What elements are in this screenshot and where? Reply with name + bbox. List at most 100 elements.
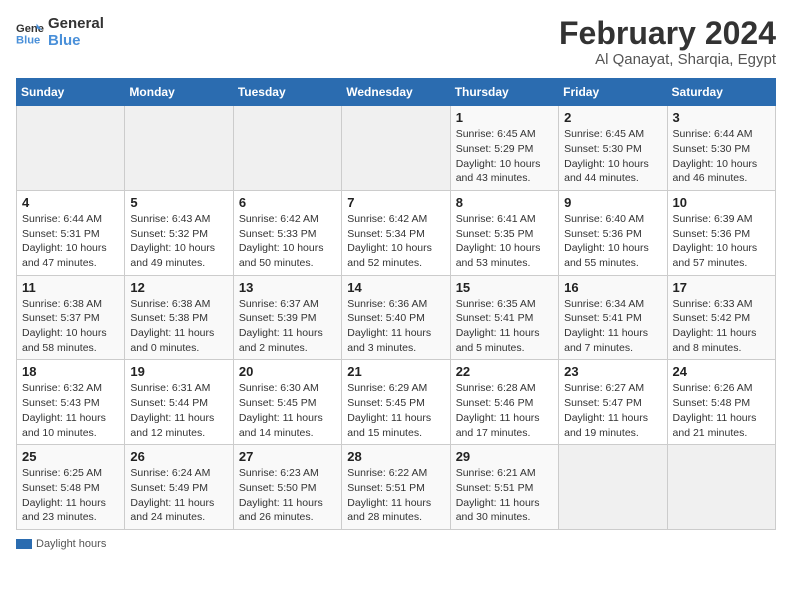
legend-daylight: Daylight hours bbox=[16, 538, 106, 550]
calendar-cell: 27 Sunrise: 6:23 AMSunset: 5:50 PMDayligh… bbox=[233, 445, 341, 530]
calendar-cell bbox=[125, 106, 233, 191]
calendar-cell: 18Sunrise: 6:32 AMSunset: 5:43 PMDayligh… bbox=[17, 360, 125, 445]
day-number: 29 bbox=[456, 449, 553, 464]
weekday-header: Friday bbox=[559, 79, 667, 106]
calendar-cell: 14Sunrise: 6:36 AMSunset: 5:40 PMDayligh… bbox=[342, 275, 450, 360]
day-number: 8 bbox=[456, 195, 553, 210]
calendar-cell: 22 Sunrise: 6:28 AMSunset: 5:46 PMDayligh… bbox=[450, 360, 558, 445]
day-number: 7 bbox=[347, 195, 444, 210]
day-number: 26 bbox=[130, 449, 227, 464]
calendar-cell: 1Sunrise: 6:45 AMSunset: 5:29 PMDaylight… bbox=[450, 106, 558, 191]
location-title: Al Qanayat, Sharqia, Egypt bbox=[559, 51, 776, 68]
day-info: Sunrise: 6:31 AMSunset: 5:44 PMDaylight:… bbox=[130, 381, 227, 440]
day-info: Sunrise: 6:21 AMSunset: 5:51 PMDaylight:… bbox=[456, 466, 553, 525]
day-info: Sunrise: 6:41 AMSunset: 5:35 PMDaylight:… bbox=[456, 212, 553, 271]
calendar-cell: 8 Sunrise: 6:41 AMSunset: 5:35 PMDaylight… bbox=[450, 190, 558, 275]
day-info: Sunrise: 6:38 AMSunset: 5:38 PMDaylight:… bbox=[130, 297, 227, 356]
calendar-cell bbox=[342, 106, 450, 191]
calendar-cell: 13 Sunrise: 6:37 AMSunset: 5:39 PMDayligh… bbox=[233, 275, 341, 360]
day-number: 13 bbox=[239, 280, 336, 295]
calendar-cell: 5 Sunrise: 6:43 AMSunset: 5:32 PMDaylight… bbox=[125, 190, 233, 275]
day-info: Sunrise: 6:35 AMSunset: 5:41 PMDaylight:… bbox=[456, 297, 553, 356]
calendar-week-row: 18Sunrise: 6:32 AMSunset: 5:43 PMDayligh… bbox=[17, 360, 776, 445]
weekday-header-row: SundayMondayTuesdayWednesdayThursdayFrid… bbox=[17, 79, 776, 106]
day-info: Sunrise: 6:34 AMSunset: 5:41 PMDaylight:… bbox=[564, 297, 661, 356]
calendar-cell: 23 Sunrise: 6:27 AMSunset: 5:47 PMDayligh… bbox=[559, 360, 667, 445]
day-info: Sunrise: 6:28 AMSunset: 5:46 PMDaylight:… bbox=[456, 381, 553, 440]
day-info: Sunrise: 6:44 AMSunset: 5:31 PMDaylight:… bbox=[22, 212, 119, 271]
weekday-header: Thursday bbox=[450, 79, 558, 106]
calendar-week-row: 4Sunrise: 6:44 AMSunset: 5:31 PMDaylight… bbox=[17, 190, 776, 275]
day-number: 20 bbox=[239, 364, 336, 379]
day-number: 21 bbox=[347, 364, 444, 379]
day-number: 27 bbox=[239, 449, 336, 464]
logo-general: General bbox=[48, 16, 104, 33]
weekday-header: Tuesday bbox=[233, 79, 341, 106]
calendar-cell bbox=[667, 445, 775, 530]
day-info: Sunrise: 6:38 AMSunset: 5:37 PMDaylight:… bbox=[22, 297, 119, 356]
day-info: Sunrise: 6:37 AMSunset: 5:39 PMDaylight:… bbox=[239, 297, 336, 356]
calendar-cell: 24Sunrise: 6:26 AMSunset: 5:48 PMDayligh… bbox=[667, 360, 775, 445]
day-number: 2 bbox=[564, 110, 661, 125]
day-number: 16 bbox=[564, 280, 661, 295]
day-info: Sunrise: 6:40 AMSunset: 5:36 PMDaylight:… bbox=[564, 212, 661, 271]
logo-blue: Blue bbox=[48, 33, 104, 50]
day-info: Sunrise: 6:27 AMSunset: 5:47 PMDaylight:… bbox=[564, 381, 661, 440]
day-number: 10 bbox=[673, 195, 770, 210]
calendar-cell: 2 Sunrise: 6:45 AMSunset: 5:30 PMDaylight… bbox=[559, 106, 667, 191]
month-title: February 2024 bbox=[559, 16, 776, 51]
legend-row: Daylight hours bbox=[16, 538, 776, 550]
calendar-cell bbox=[233, 106, 341, 191]
svg-text:Blue: Blue bbox=[16, 34, 40, 46]
day-number: 1 bbox=[456, 110, 553, 125]
weekday-header: Monday bbox=[125, 79, 233, 106]
calendar-week-row: 11Sunrise: 6:38 AMSunset: 5:37 PMDayligh… bbox=[17, 275, 776, 360]
day-number: 5 bbox=[130, 195, 227, 210]
calendar-cell: 25 Sunrise: 6:25 AMSunset: 5:48 PMDayligh… bbox=[17, 445, 125, 530]
page-header: General Blue General Blue February 2024 … bbox=[16, 16, 776, 68]
calendar-cell: 12 Sunrise: 6:38 AMSunset: 5:38 PMDayligh… bbox=[125, 275, 233, 360]
day-info: Sunrise: 6:39 AMSunset: 5:36 PMDaylight:… bbox=[673, 212, 770, 271]
calendar-cell: 20 Sunrise: 6:30 AMSunset: 5:45 PMDayligh… bbox=[233, 360, 341, 445]
legend-color-daylight bbox=[16, 539, 32, 549]
day-number: 9 bbox=[564, 195, 661, 210]
calendar-cell: 15 Sunrise: 6:35 AMSunset: 5:41 PMDayligh… bbox=[450, 275, 558, 360]
day-number: 17 bbox=[673, 280, 770, 295]
day-info: Sunrise: 6:29 AMSunset: 5:45 PMDaylight:… bbox=[347, 381, 444, 440]
calendar-cell: 4Sunrise: 6:44 AMSunset: 5:31 PMDaylight… bbox=[17, 190, 125, 275]
calendar-cell: 17Sunrise: 6:33 AMSunset: 5:42 PMDayligh… bbox=[667, 275, 775, 360]
weekday-header: Saturday bbox=[667, 79, 775, 106]
legend-daylight-label: Daylight hours bbox=[36, 538, 106, 550]
day-info: Sunrise: 6:43 AMSunset: 5:32 PMDaylight:… bbox=[130, 212, 227, 271]
logo-icon: General Blue bbox=[16, 19, 44, 47]
day-info: Sunrise: 6:30 AMSunset: 5:45 PMDaylight:… bbox=[239, 381, 336, 440]
day-number: 28 bbox=[347, 449, 444, 464]
day-info: Sunrise: 6:25 AMSunset: 5:48 PMDaylight:… bbox=[22, 466, 119, 525]
day-number: 15 bbox=[456, 280, 553, 295]
calendar-cell: 21 Sunrise: 6:29 AMSunset: 5:45 PMDayligh… bbox=[342, 360, 450, 445]
title-area: February 2024 Al Qanayat, Sharqia, Egypt bbox=[559, 16, 776, 68]
calendar-table: SundayMondayTuesdayWednesdayThursdayFrid… bbox=[16, 78, 776, 530]
calendar-cell bbox=[559, 445, 667, 530]
day-number: 14 bbox=[347, 280, 444, 295]
calendar-cell bbox=[17, 106, 125, 191]
calendar-cell: 10 Sunrise: 6:39 AMSunset: 5:36 PMDayligh… bbox=[667, 190, 775, 275]
calendar-cell: 28Sunrise: 6:22 AMSunset: 5:51 PMDayligh… bbox=[342, 445, 450, 530]
calendar-cell: 6Sunrise: 6:42 AMSunset: 5:33 PMDaylight… bbox=[233, 190, 341, 275]
day-info: Sunrise: 6:26 AMSunset: 5:48 PMDaylight:… bbox=[673, 381, 770, 440]
calendar-cell: 3Sunrise: 6:44 AMSunset: 5:30 PMDaylight… bbox=[667, 106, 775, 191]
calendar-cell: 19Sunrise: 6:31 AMSunset: 5:44 PMDayligh… bbox=[125, 360, 233, 445]
day-number: 23 bbox=[564, 364, 661, 379]
day-number: 22 bbox=[456, 364, 553, 379]
day-number: 25 bbox=[22, 449, 119, 464]
calendar-cell: 26 Sunrise: 6:24 AMSunset: 5:49 PMDayligh… bbox=[125, 445, 233, 530]
calendar-cell: 29 Sunrise: 6:21 AMSunset: 5:51 PMDayligh… bbox=[450, 445, 558, 530]
day-info: Sunrise: 6:45 AMSunset: 5:30 PMDaylight:… bbox=[564, 127, 661, 186]
day-number: 12 bbox=[130, 280, 227, 295]
day-info: Sunrise: 6:24 AMSunset: 5:49 PMDaylight:… bbox=[130, 466, 227, 525]
day-info: Sunrise: 6:23 AMSunset: 5:50 PMDaylight:… bbox=[239, 466, 336, 525]
calendar-cell: 11Sunrise: 6:38 AMSunset: 5:37 PMDayligh… bbox=[17, 275, 125, 360]
day-number: 6 bbox=[239, 195, 336, 210]
calendar-cell: 9 Sunrise: 6:40 AMSunset: 5:36 PMDaylight… bbox=[559, 190, 667, 275]
calendar-week-row: 25 Sunrise: 6:25 AMSunset: 5:48 PMDayligh… bbox=[17, 445, 776, 530]
